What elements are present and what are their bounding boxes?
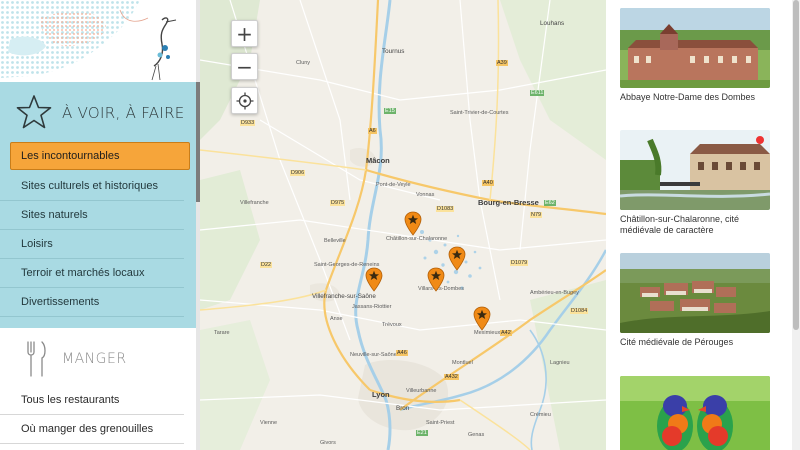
zoom-out-button[interactable]: − [231,53,258,80]
map-label-anse: Anse [330,316,343,322]
map-base [200,0,606,450]
crosshair-icon [236,92,253,109]
road-shield: A432 [444,374,459,380]
road-shield: E62 [544,200,556,206]
place-list: Abbaye Notre-Dame des Dombes Châtillon-s… [606,0,792,450]
road-shield: D1083 [436,206,455,212]
road-shield: D1079 [510,260,529,266]
map-label-tournus: Tournus [382,48,405,55]
map-pin-star-icon[interactable] [427,267,445,292]
menu-item-natural-sites[interactable]: Sites naturels [0,201,184,230]
menu-item-incontournables[interactable]: Les incontournables [10,142,190,170]
brand-illustration [0,0,196,82]
road-shield: N79 [530,212,543,218]
road-shield: A42 [500,330,512,336]
place-caption[interactable]: Abbaye Notre-Dame des Dombes [620,92,770,103]
map-pin-star-icon[interactable] [448,246,466,271]
road-shield: D975 [330,200,346,206]
see-and-do-title: À VOIR, À FAIRE [62,104,185,122]
see-and-do-header: À VOIR, À FAIRE [0,82,196,144]
map-pin-star-icon[interactable] [473,306,491,331]
map-label-amberieu: Ambérieu-en-Bugey [530,290,579,296]
map-label-givors: Givors [320,440,336,446]
map-label-chatillon: Châtillon-sur-Chalaronne [386,236,448,242]
map-label-cluny: Cluny [296,60,311,66]
place-photo[interactable] [620,130,770,210]
road-shield: D1084 [570,308,589,314]
road-shield: E15 [384,108,396,114]
map-label-bron: Bron [396,405,410,412]
page-scrollbar[interactable] [792,0,800,450]
map-label-trevoux: Trévoux [382,322,402,328]
map-label-villefranche: Villefranche-sur-Saône [312,293,376,300]
map-label-bourg: Bourg-en-Bresse [478,198,539,207]
menu-item-leisure[interactable]: Loisirs [0,230,184,259]
locate-button[interactable] [231,87,258,114]
map-label-jassans: Jassans-Riottier [352,304,392,310]
map-label-genas: Genas [468,432,485,438]
eat-title: MANGER [62,351,127,367]
road-shield: A6 [368,128,377,134]
map-label-vonnas: Vonnas [416,192,435,198]
zoom-in-button[interactable]: + [231,20,258,47]
map-label-saint-trivier: Saint-Trivier-de-Courtes [450,110,509,116]
menu-item-entertainment[interactable]: Divertissements [0,288,184,317]
see-and-do-section: À VOIR, À FAIRE Les incontournables Site… [0,82,196,328]
map-label-saint-priest: Saint-Priest [426,420,455,426]
eat-menu: Tous les restaurants Où manger des greno… [0,386,196,444]
map-label-vienne: Vienne [260,420,278,426]
menu-item-frog-restaurants[interactable]: Où manger des grenouilles [0,415,184,444]
place-card-chatillon[interactable]: Châtillon-sur-Chalaronne, cité médiévale… [620,130,770,236]
map-view[interactable]: Mâcon Bourg-en-Bresse Villefranche-sur-S… [200,0,606,450]
map-label-pont-de-veyle: Pont-de-Veyle [376,182,411,188]
perouges-photo [620,253,770,333]
plus-icon: + [236,21,253,46]
map-label-cremieu: Crémieu [530,412,551,418]
map-label-montluel: Montluel [452,360,473,366]
fork-knife-icon [27,341,46,377]
place-card-perouges[interactable]: Cité médiévale de Pérouges [620,253,770,348]
star-icon [16,95,52,129]
map-pin-star-icon[interactable] [365,267,383,292]
place-card-abbaye[interactable]: Abbaye Notre-Dame des Dombes [620,8,770,103]
place-photo[interactable] [620,253,770,333]
road-shield: A39 [496,60,508,66]
place-card-birds[interactable] [620,376,770,450]
sidebar: À VOIR, À FAIRE Les incontournables Site… [0,0,200,450]
place-photo[interactable] [620,376,770,450]
menu-item-cultural-sites[interactable]: Sites culturels et historiques [0,172,184,201]
map-label-villeurbanne: Villeurbanne [406,388,437,394]
page-scrollbar-thumb[interactable] [793,0,799,330]
minus-icon: − [236,54,253,79]
heron-logo-icon [0,0,177,81]
map-label-lyon: Lyon [372,390,390,399]
map-label-villefranche-2: Villefranche [240,200,269,206]
map-label-neuville: Neuville-sur-Saône [350,352,397,358]
eat-section: MANGER Tous les restaurants Où manger de… [0,328,196,450]
road-shield: A40 [482,180,494,186]
road-shield: D22 [260,262,273,268]
see-and-do-menu: Les incontournables Sites culturels et h… [0,142,196,317]
place-caption[interactable]: Cité médiévale de Pérouges [620,337,770,348]
road-shield: D933 [240,120,256,126]
menu-item-all-restaurants[interactable]: Tous les restaurants [0,386,184,415]
abbey-photo [620,8,770,88]
app-window: À VOIR, À FAIRE Les incontournables Site… [0,0,800,450]
place-photo[interactable] [620,8,770,88]
place-caption[interactable]: Châtillon-sur-Chalaronne, cité médiévale… [620,214,770,236]
chatillon-photo [620,130,770,210]
map-pin-star-icon[interactable] [404,211,422,236]
map-label-lagnieu: Lagnieu [550,360,570,366]
road-shield: E21 [416,430,428,436]
parrots-photo [620,376,770,450]
road-shield: E611 [530,90,545,96]
road-shield: D906 [290,170,306,176]
road-shield: A46 [396,350,408,356]
map-label-tarare: Tarare [214,330,230,336]
map-label-louhans: Louhans [540,20,565,27]
map-label-belleville: Belleville [324,238,346,244]
map-label-macon: Mâcon [366,156,390,165]
menu-item-local-markets[interactable]: Terroir et marchés locaux [0,259,184,288]
